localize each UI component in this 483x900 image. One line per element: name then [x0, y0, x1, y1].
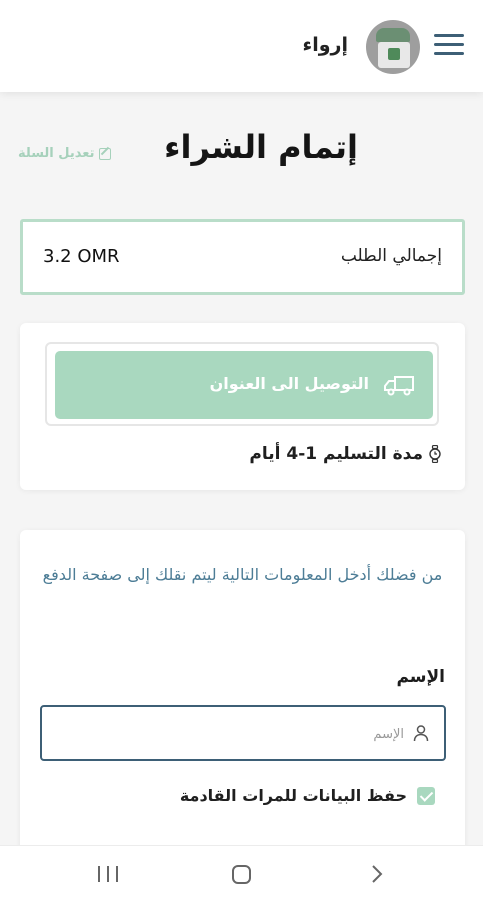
truck-icon [384, 376, 414, 396]
name-field-label: الإسم [396, 667, 445, 687]
app-header: إرواء [0, 0, 483, 92]
order-total-value: 3.2 OMR [43, 246, 120, 267]
page-title: إتمام الشراء [164, 128, 358, 166]
name-input[interactable] [52, 721, 404, 747]
back-icon[interactable] [370, 864, 384, 884]
delivery-option-frame: التوصيل الى العنوان [45, 342, 439, 426]
save-data-checkbox-row[interactable]: حفظ البيانات للمرات القادمة [180, 786, 435, 805]
user-icon [413, 725, 429, 742]
delivery-time-text: مدة التسليم 1-4 أيام [249, 444, 423, 464]
home-icon[interactable] [232, 865, 251, 884]
save-data-checkbox[interactable] [417, 786, 435, 805]
checkout-form-card: من فضلك أدخل المعلومات التالية ليتم نقلك… [20, 530, 465, 860]
hamburger-menu-icon[interactable] [434, 34, 464, 58]
delivery-to-address-button[interactable]: التوصيل الى العنوان [55, 351, 433, 419]
name-field[interactable] [40, 705, 446, 761]
order-total-label: إجمالي الطلب [340, 246, 442, 266]
system-navigation-bar [0, 845, 483, 900]
edit-cart-label: تعديل السلة [18, 146, 95, 161]
edit-icon [98, 147, 111, 160]
save-data-label: حفظ البيانات للمرات القادمة [179, 786, 407, 805]
delivery-time: مدة التسليم 1-4 أيام [249, 444, 441, 464]
delivery-button-label: التوصيل الى العنوان [209, 374, 369, 393]
form-intro-text: من فضلك أدخل المعلومات التالية ليتم نقلك… [42, 565, 443, 584]
order-total-box: إجمالي الطلب 3.2 OMR [20, 219, 465, 295]
watch-icon [429, 445, 441, 463]
delivery-card: التوصيل الى العنوان مدة التسليم 1-4 أيام [20, 323, 465, 490]
edit-cart-link[interactable]: تعديل السلة [18, 146, 111, 161]
shop-name: إرواء [302, 34, 349, 56]
store-avatar[interactable] [366, 20, 420, 74]
recents-icon[interactable] [98, 866, 118, 882]
